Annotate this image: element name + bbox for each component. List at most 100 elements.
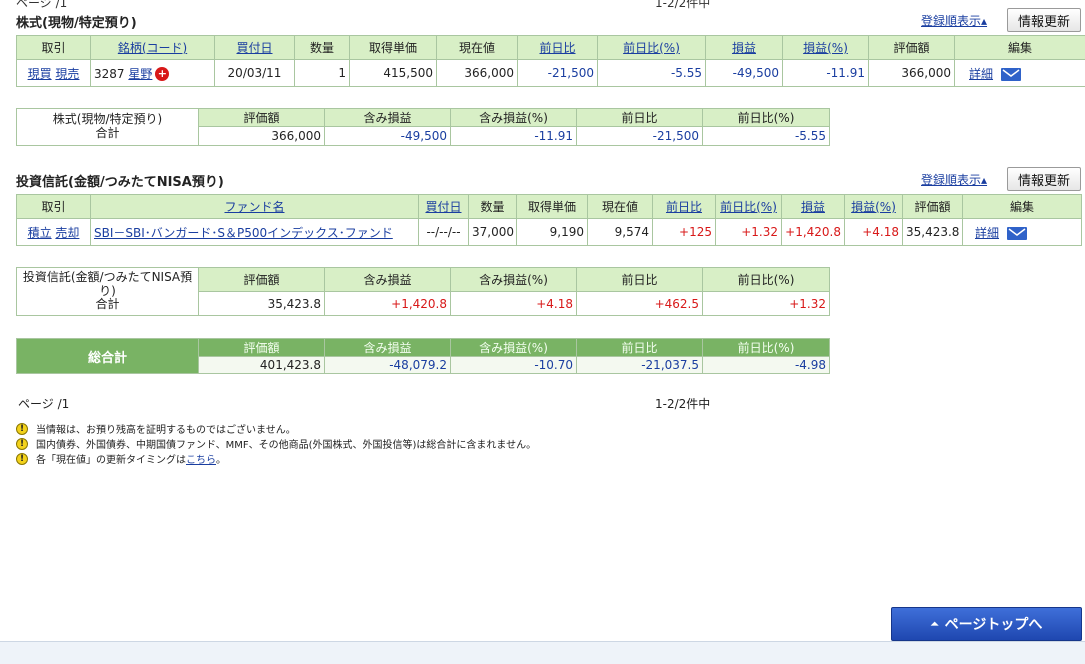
grand-value: 401,423.8 bbox=[198, 356, 325, 374]
bottom-bar bbox=[0, 641, 1085, 664]
timing-link[interactable]: こちら bbox=[186, 451, 216, 466]
col-trade: 取引 bbox=[16, 35, 91, 60]
stocks-summary-table: 株式(現物/特定預り) 合計 評価額 含み損益 含み損益(%) 前日比 前日比(%… bbox=[16, 108, 830, 146]
valuation: 35,423.8 bbox=[902, 218, 963, 246]
sum-col-value: 評価額 bbox=[198, 108, 325, 127]
col-value: 評価額 bbox=[902, 194, 963, 219]
funds-header-row: 取引 ファンド名 買付日 数量 取得単価 現在値 前日比 前日比(%) 損益 損… bbox=[16, 194, 1082, 219]
col-pl[interactable]: 損益 bbox=[781, 194, 845, 219]
note-item: ! 各「現在値」の更新タイミングは こちら。 bbox=[16, 451, 536, 466]
warning-icon: ! bbox=[16, 437, 28, 450]
stock-code: 3287 bbox=[94, 66, 125, 81]
profit-loss-pct: +4.18 bbox=[844, 218, 903, 246]
pager-top-left: ページ /1 bbox=[16, 0, 68, 10]
day-change-pct: -5.55 bbox=[597, 59, 706, 87]
note-item: ! 当情報は、お預り残高を証明するものではございません。 bbox=[16, 421, 536, 436]
day-change: +125 bbox=[652, 218, 716, 246]
grand-col-unrealized: 含み損益 bbox=[324, 338, 451, 357]
detail-link[interactable]: 詳細 bbox=[969, 67, 993, 81]
col-change-pct[interactable]: 前日比(%) bbox=[715, 194, 782, 219]
profit-loss: -49,500 bbox=[705, 59, 783, 87]
col-edit: 編集 bbox=[962, 194, 1082, 219]
stocks-sort-link[interactable]: 登録順表示▴ bbox=[921, 12, 987, 29]
col-date[interactable]: 買付日 bbox=[418, 194, 469, 219]
quantity: 1 bbox=[294, 59, 350, 87]
buy-date: --/--/-- bbox=[418, 218, 469, 246]
accumulate-link[interactable]: 積立 bbox=[28, 226, 52, 240]
buy-date: 20/03/11 bbox=[214, 59, 295, 87]
col-change[interactable]: 前日比 bbox=[652, 194, 716, 219]
col-price: 現在値 bbox=[436, 35, 518, 60]
col-change-pct[interactable]: 前日比(%) bbox=[597, 35, 706, 60]
sum-col-change-pct: 前日比(%) bbox=[702, 108, 830, 127]
sum-change: -21,500 bbox=[576, 126, 703, 146]
sell-link[interactable]: 売却 bbox=[55, 226, 79, 240]
table-row: 現買 現売 3287 星野 + 20/03/11 1 415,500 366,00… bbox=[16, 59, 1085, 87]
sum-col-change: 前日比 bbox=[576, 267, 703, 292]
sum-col-unrealized-pct: 含み損益(%) bbox=[450, 267, 577, 292]
funds-refresh-button[interactable]: 情報更新 bbox=[1007, 167, 1081, 191]
notes: ! 当情報は、お預り残高を証明するものではございません。 ! 国内債券、外国債券、中… bbox=[16, 421, 536, 466]
table-row: 積立 売却 SBI－SBI･バンガード･S＆P500インデックス･ファンド --… bbox=[16, 218, 1082, 246]
col-name[interactable]: 銘柄(コード) bbox=[90, 35, 215, 60]
pager-right: 1-2/2件中 bbox=[655, 397, 711, 411]
grand-col-change: 前日比 bbox=[576, 338, 703, 357]
page-top-button[interactable]: ⏶ ページトップへ bbox=[891, 607, 1082, 641]
current-price: 366,000 bbox=[436, 59, 518, 87]
note-item: ! 国内債券、外国債券、中期国債ファンド、MMF、その他商品(外国株式、外国投信等… bbox=[16, 436, 536, 451]
buy-link[interactable]: 現買 bbox=[28, 67, 52, 81]
sum-value: 35,423.8 bbox=[198, 291, 325, 316]
sort-caret-icon: ▴ bbox=[981, 14, 988, 28]
sum-unrealized-pct: -11.91 bbox=[450, 126, 577, 146]
col-pl-pct[interactable]: 損益(%) bbox=[844, 194, 903, 219]
stocks-header-row: 取引 銘柄(コード) 買付日 数量 取得単価 現在値 前日比 前日比(%) 損益… bbox=[16, 35, 1085, 60]
summary-label: 株式(現物/特定預り) bbox=[52, 112, 163, 127]
sum-col-value: 評価額 bbox=[198, 267, 325, 292]
grand-col-change-pct: 前日比(%) bbox=[702, 338, 830, 357]
mail-icon[interactable] bbox=[1001, 67, 1022, 81]
mail-icon[interactable] bbox=[1007, 226, 1028, 240]
col-date[interactable]: 買付日 bbox=[214, 35, 295, 60]
stock-name-link[interactable]: 星野 bbox=[128, 67, 152, 81]
info-plus-icon[interactable]: + bbox=[155, 67, 170, 81]
day-change-pct: +1.32 bbox=[715, 218, 782, 246]
stocks-table: 取引 銘柄(コード) 買付日 数量 取得単価 現在値 前日比 前日比(%) 損益… bbox=[16, 35, 1085, 87]
sum-col-change: 前日比 bbox=[576, 108, 703, 127]
grand-col-value: 評価額 bbox=[198, 338, 325, 357]
sum-change-pct: -5.55 bbox=[702, 126, 830, 146]
col-pl[interactable]: 損益 bbox=[705, 35, 783, 60]
funds-sort-link[interactable]: 登録順表示▴ bbox=[921, 171, 987, 188]
sum-col-change-pct: 前日比(%) bbox=[702, 267, 830, 292]
sum-unrealized: +1,420.8 bbox=[324, 291, 451, 316]
summary-total-label: 合計 bbox=[95, 126, 120, 140]
arrow-up-icon: ⏶ bbox=[930, 618, 939, 630]
col-price: 現在値 bbox=[587, 194, 653, 219]
profit-loss: +1,420.8 bbox=[781, 218, 845, 246]
sum-unrealized-pct: +4.18 bbox=[450, 291, 577, 316]
col-fund-name[interactable]: ファンド名 bbox=[90, 194, 419, 219]
summary-total-label: 合計 bbox=[95, 297, 120, 312]
grand-total-label: 総合計 bbox=[16, 338, 199, 374]
cost-price: 415,500 bbox=[349, 59, 437, 87]
sell-link[interactable]: 現売 bbox=[55, 67, 79, 81]
sum-change: +462.5 bbox=[576, 291, 703, 316]
stocks-refresh-button[interactable]: 情報更新 bbox=[1007, 8, 1081, 32]
sum-value: 366,000 bbox=[198, 126, 325, 146]
grand-total-table: 総合計 評価額 含み損益 含み損益(%) 前日比 前日比(%) 401,423.… bbox=[16, 338, 830, 374]
col-change[interactable]: 前日比 bbox=[517, 35, 598, 60]
sum-col-unrealized-pct: 含み損益(%) bbox=[450, 108, 577, 127]
col-cost: 取得単価 bbox=[516, 194, 588, 219]
detail-link[interactable]: 詳細 bbox=[975, 226, 999, 240]
fund-name-link[interactable]: SBI－SBI･バンガード･S＆P500インデックス･ファンド bbox=[94, 226, 393, 240]
col-edit: 編集 bbox=[954, 35, 1085, 60]
col-value: 評価額 bbox=[868, 35, 955, 60]
pager-top-right: 1-2/2件中 bbox=[655, 0, 711, 10]
grand-change: -21,037.5 bbox=[576, 356, 703, 374]
stocks-section-title: 株式(現物/特定預り) bbox=[16, 16, 137, 31]
col-pl-pct[interactable]: 損益(%) bbox=[782, 35, 869, 60]
sum-col-unrealized: 含み損益 bbox=[324, 267, 451, 292]
sort-caret-icon: ▴ bbox=[981, 173, 988, 187]
valuation: 366,000 bbox=[868, 59, 955, 87]
sum-col-unrealized: 含み損益 bbox=[324, 108, 451, 127]
quantity: 37,000 bbox=[468, 218, 517, 246]
